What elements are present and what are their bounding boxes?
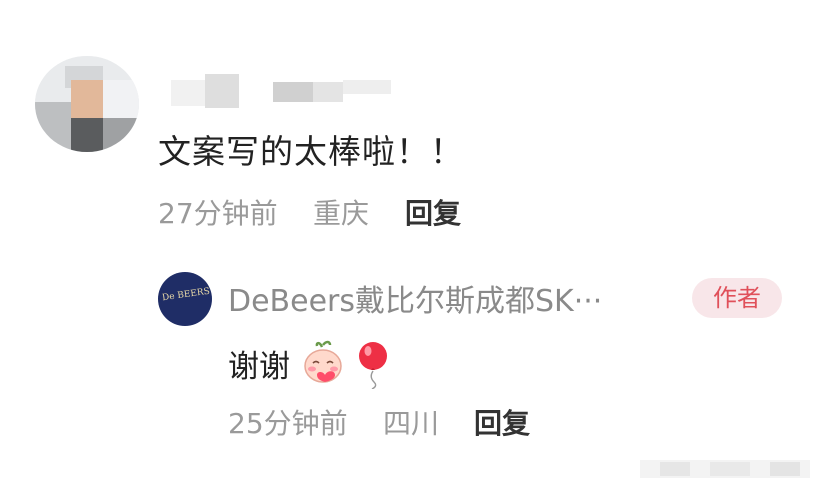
reply-username[interactable]: DeBeers戴比尔斯成都SK··· <box>228 276 673 320</box>
reply-location: 四川 <box>383 407 440 440</box>
comment-reply-button[interactable]: 回复 <box>405 192 461 232</box>
comment-time: 27分钟前 <box>158 197 278 230</box>
reply-text: 谢谢 <box>228 339 390 390</box>
reply-time: 25分钟前 <box>228 407 348 440</box>
reply-text-label: 谢谢 <box>228 349 290 385</box>
comment-text: 文案写的太棒啦！！ <box>158 132 464 171</box>
reply-avatar[interactable]: De BEERS <box>158 272 212 326</box>
watermark-blurred <box>640 456 810 482</box>
reply-reply-button[interactable]: 回复 <box>474 402 530 442</box>
author-badge: 作者 <box>692 278 782 318</box>
commenter-username-blurred[interactable] <box>165 72 425 112</box>
comment-location: 重庆 <box>313 197 370 230</box>
commenter-avatar[interactable] <box>35 56 139 152</box>
red-balloon-emoji <box>358 342 387 390</box>
blushing-face-emoji <box>304 340 342 383</box>
avatar-logo-text: De BEERS <box>161 286 211 304</box>
